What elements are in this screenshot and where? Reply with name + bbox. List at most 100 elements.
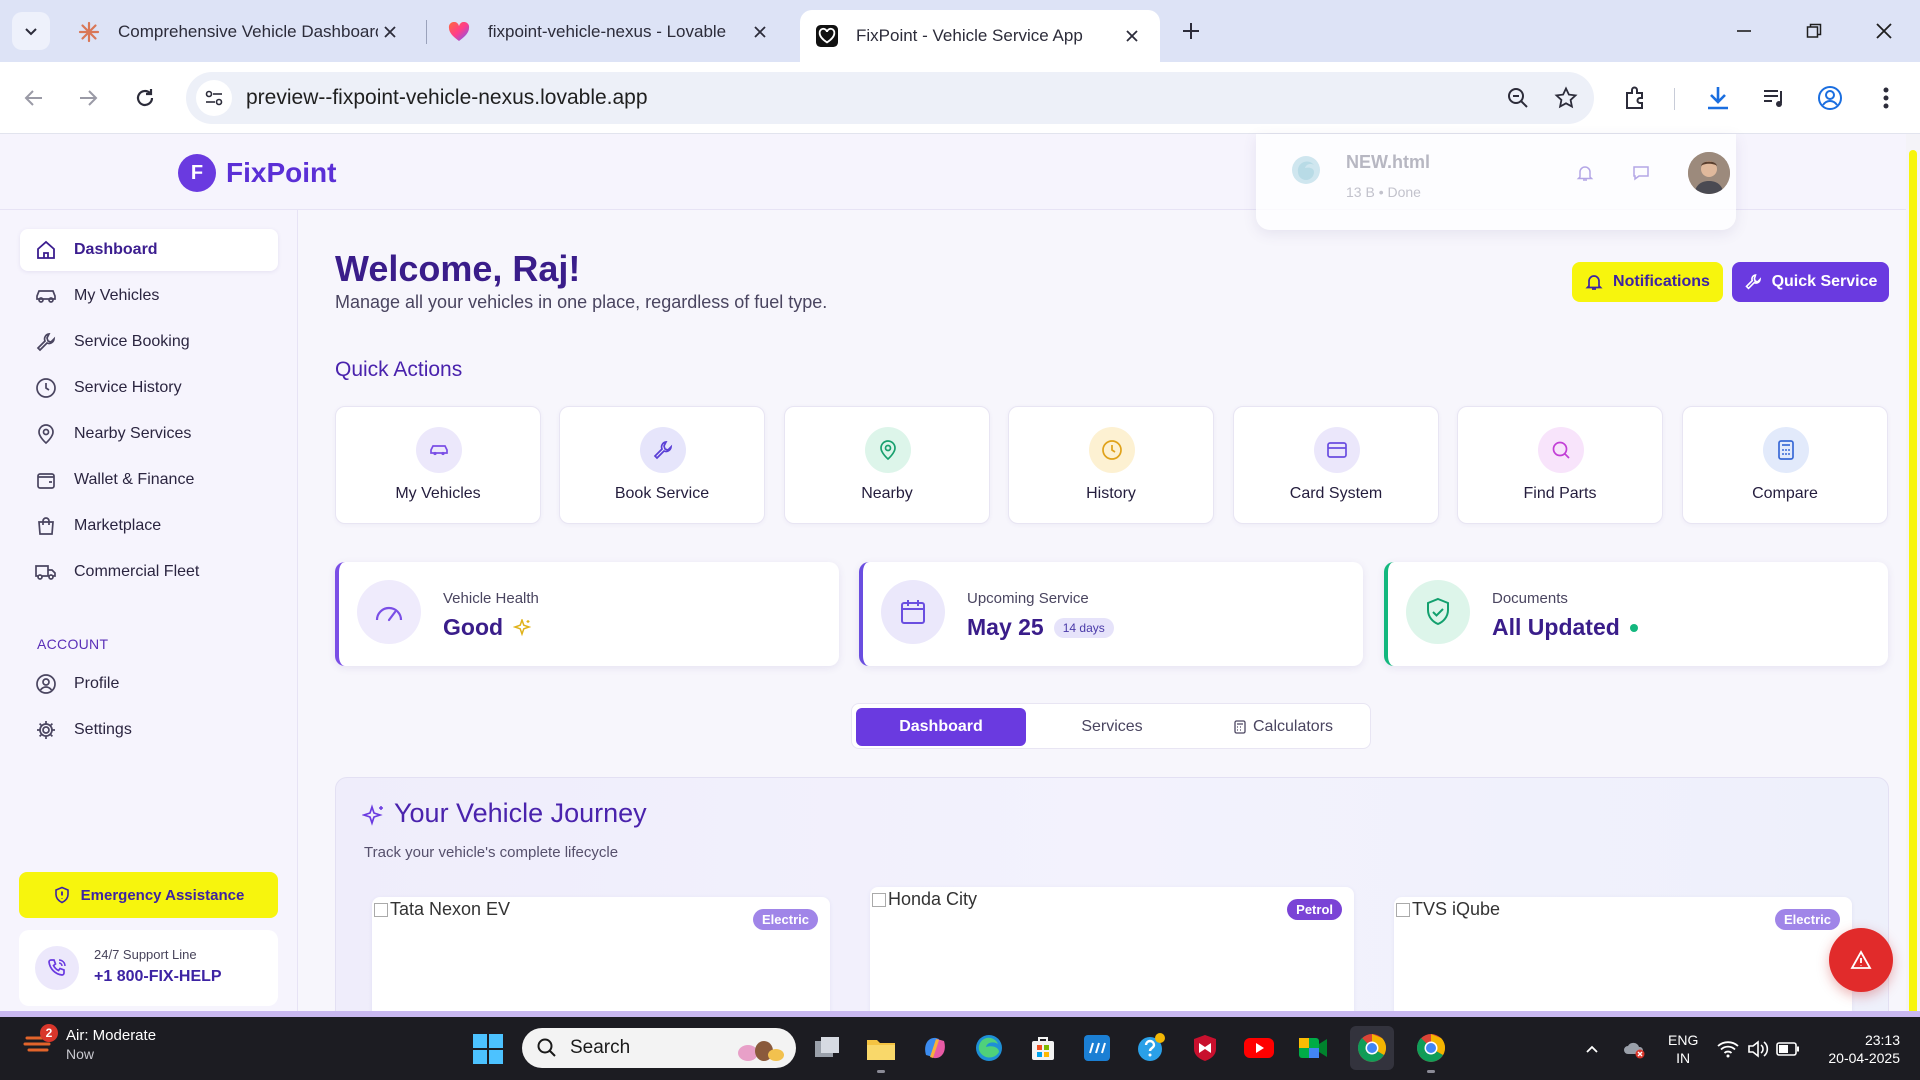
app-logo[interactable]: F FixPoint [178, 154, 336, 192]
quick-action-nearby[interactable]: Nearby [784, 406, 990, 524]
site-info-icon[interactable] [196, 80, 232, 116]
wifi-icon[interactable] [1716, 1037, 1740, 1061]
message-icon[interactable] [1628, 160, 1654, 186]
close-window-button[interactable] [1862, 14, 1906, 48]
weather-widget[interactable]: 2 Air: Moderate Now [22, 1023, 156, 1062]
calendar-icon [881, 580, 945, 644]
forward-button[interactable] [70, 80, 106, 116]
sidebar-item-service-history[interactable]: Service History [20, 367, 278, 409]
vehicle-image-alt: TVS iQube [1396, 899, 1500, 920]
chevron-up-icon[interactable] [1580, 1037, 1604, 1061]
sidebar-item-marketplace[interactable]: Marketplace [20, 505, 278, 547]
zoom-icon[interactable] [1498, 78, 1538, 118]
car-icon [34, 284, 58, 308]
tab-calculators[interactable]: Calculators [1198, 708, 1368, 746]
language-indicator[interactable]: ENG IN [1668, 1031, 1698, 1067]
emergency-fab[interactable] [1829, 928, 1893, 992]
volume-icon[interactable] [1746, 1037, 1770, 1061]
emergency-assistance-button[interactable]: Emergency Assistance [19, 872, 278, 918]
sidebar-item-service-booking[interactable]: Service Booking [20, 321, 278, 363]
user-circle-icon [34, 672, 58, 696]
stat-card-vehicle-health[interactable]: Vehicle Health Good [335, 562, 839, 666]
restore-icon [1806, 23, 1822, 38]
windows-start-icon[interactable] [472, 1033, 504, 1065]
address-bar[interactable]: preview--fixpoint-vehicle-nexus.lovable.… [186, 72, 1594, 124]
copilot-icon[interactable] [918, 1031, 952, 1065]
google-meet-icon[interactable] [1296, 1031, 1330, 1065]
bell-icon[interactable] [1572, 160, 1598, 186]
calculator-icon [1763, 427, 1809, 473]
extensions-icon[interactable] [1618, 80, 1654, 116]
microsoft-store-icon[interactable] [1026, 1031, 1060, 1065]
profile-icon[interactable] [1812, 80, 1848, 116]
edge-icon[interactable] [972, 1031, 1006, 1065]
page-title: Welcome, Raj! [335, 248, 581, 289]
vehicle-name: Tata Nexon EV [390, 899, 511, 919]
get-help-icon[interactable] [1134, 1031, 1168, 1065]
minimize-button[interactable] [1722, 14, 1766, 48]
onedrive-error-icon[interactable] [1622, 1037, 1646, 1061]
chrome-icon[interactable] [1350, 1026, 1394, 1070]
media-controls-icon[interactable] [1756, 80, 1792, 116]
close-icon[interactable] [378, 20, 402, 44]
support-card[interactable]: 24/7 Support Line +1 800-FIX-HELP [19, 930, 278, 1006]
wrench-icon [1744, 274, 1761, 290]
sidebar-item-label: Dashboard [74, 241, 158, 258]
tab-search-button[interactable] [12, 12, 50, 50]
download-icon[interactable] [1700, 80, 1736, 116]
mcafee-icon[interactable] [1188, 1031, 1222, 1065]
tab-fixpoint[interactable]: FixPoint - Vehicle Service App [800, 10, 1160, 62]
sidebar-item-my-vehicles[interactable]: My Vehicles [20, 275, 278, 317]
quick-service-button[interactable]: Quick Service [1732, 262, 1889, 302]
file-explorer-icon[interactable] [864, 1031, 898, 1073]
vehicle-card-honda-city[interactable]: Honda City Petrol [870, 887, 1354, 1015]
bookmark-star-icon[interactable] [1546, 78, 1586, 118]
sidebar-item-dashboard[interactable]: Dashboard [20, 229, 278, 271]
tab-lovable[interactable]: fixpoint-vehicle-nexus - Lovable [432, 10, 788, 54]
scrollbar-thumb[interactable] [1909, 150, 1917, 1020]
taskbar-search[interactable]: Search [522, 1028, 796, 1068]
vehicle-image-alt: Honda City [872, 889, 977, 910]
quick-action-card-system[interactable]: Card System [1233, 406, 1439, 524]
quick-action-find-parts[interactable]: Find Parts [1457, 406, 1663, 524]
support-phone[interactable]: +1 800-FIX-HELP [94, 968, 222, 986]
vehicle-card-tata-nexon[interactable]: Tata Nexon EV Electric [372, 897, 830, 1015]
system-clock[interactable]: 23:13 20-04-2025 [1812, 1031, 1900, 1067]
sparkle-icon [513, 618, 532, 636]
myhp-icon[interactable] [1080, 1031, 1114, 1065]
tab-claude[interactable]: Comprehensive Vehicle Dashboard [62, 10, 418, 54]
close-icon [1876, 23, 1892, 39]
quick-action-history[interactable]: History [1008, 406, 1214, 524]
plus-icon [1183, 23, 1199, 39]
quick-action-book-service[interactable]: Book Service [559, 406, 765, 524]
reload-button[interactable] [127, 80, 163, 116]
user-avatar[interactable] [1688, 152, 1730, 194]
quick-action-label: Compare [1752, 485, 1818, 502]
restore-button[interactable] [1792, 14, 1836, 48]
tab-services[interactable]: Services [1027, 708, 1197, 746]
task-view-icon[interactable] [810, 1031, 844, 1065]
sidebar-item-settings[interactable]: Settings [20, 709, 278, 751]
chrome-profile-icon[interactable] [1414, 1031, 1448, 1073]
tab-dashboard[interactable]: Dashboard [856, 708, 1026, 746]
battery-icon[interactable] [1776, 1037, 1800, 1061]
sidebar-item-label: My Vehicles [74, 287, 160, 304]
sidebar-item-profile[interactable]: Profile [20, 663, 278, 705]
new-tab-button[interactable] [1174, 14, 1208, 48]
vehicle-card-tvs-iqube[interactable]: TVS iQube Electric [1394, 897, 1852, 1015]
close-icon[interactable] [748, 20, 772, 44]
windows-taskbar: 2 Air: Moderate Now Search ENG IN 23:13 … [0, 1017, 1920, 1080]
quick-action-my-vehicles[interactable]: My Vehicles [335, 406, 541, 524]
notifications-button[interactable]: Notifications [1572, 262, 1723, 302]
back-button[interactable] [16, 80, 52, 116]
quick-action-compare[interactable]: Compare [1682, 406, 1888, 524]
stat-card-upcoming-service[interactable]: Upcoming Service May 25 14 days [859, 562, 1363, 666]
sidebar-item-commercial-fleet[interactable]: Commercial Fleet [20, 551, 278, 593]
close-icon[interactable] [1120, 24, 1144, 48]
stat-card-documents[interactable]: Documents All Updated [1384, 562, 1888, 666]
sidebar-item-wallet-finance[interactable]: Wallet & Finance [20, 459, 278, 501]
sidebar-item-nearby-services[interactable]: Nearby Services [20, 413, 278, 455]
more-menu-icon[interactable] [1868, 80, 1904, 116]
youtube-icon[interactable] [1242, 1031, 1276, 1065]
url-text[interactable]: preview--fixpoint-vehicle-nexus.lovable.… [246, 86, 1498, 110]
